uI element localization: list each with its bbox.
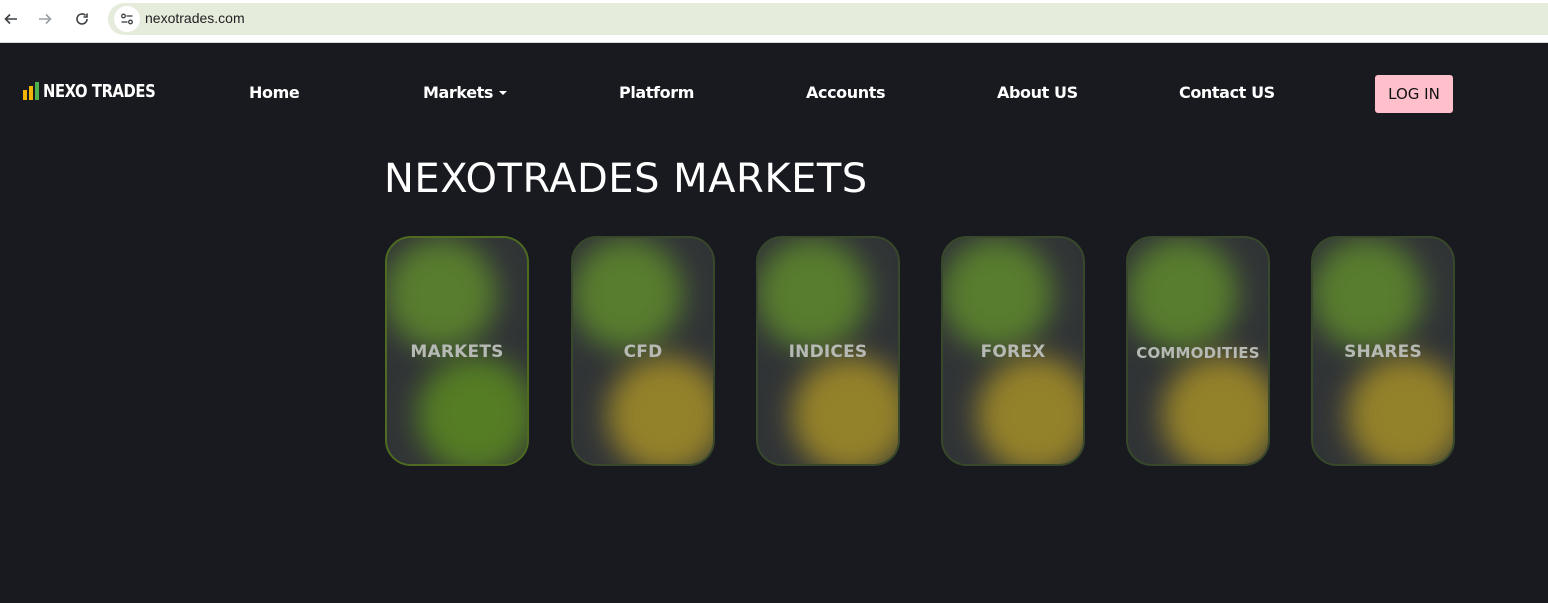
market-card-shares[interactable]: SHARES [1311,236,1455,466]
market-card-indices[interactable]: INDICES [756,236,900,466]
card-label: CFD [623,342,663,362]
market-card-markets[interactable]: MARKETS [385,236,529,466]
url-text: nexotrades.com [145,10,245,26]
forward-arrow-icon [39,13,52,25]
login-button[interactable]: LOG IN [1375,75,1453,113]
nav-markets-label: Markets [423,83,494,102]
back-arrow-icon [4,13,17,25]
forward-button[interactable] [32,6,58,32]
logo-text: NEXO TRADES [43,80,156,102]
card-label: SHARES [1344,342,1422,362]
nav-platform[interactable]: Platform [619,83,694,102]
card-label: INDICES [788,342,868,362]
address-bar[interactable]: nexotrades.com [108,3,1548,35]
market-card-forex[interactable]: FOREX [941,236,1085,466]
logo-bars-icon [23,82,39,100]
nav-accounts[interactable]: Accounts [806,83,886,102]
reload-icon [76,13,88,25]
back-button[interactable] [0,6,24,32]
reload-button[interactable] [69,6,95,32]
market-card-commodities[interactable]: COMMODITIES [1126,236,1270,466]
nav-about-us[interactable]: About US [997,83,1078,102]
nav-home[interactable]: Home [249,83,300,102]
card-label: COMMODITIES [1136,344,1260,362]
nav-contact-us[interactable]: Contact US [1179,83,1275,102]
nav-markets[interactable]: Markets [423,83,508,102]
page-title: NEXOTRADES MARKETS [384,156,868,202]
browser-toolbar: nexotrades.com [0,0,1548,43]
market-card-cfd[interactable]: CFD [571,236,715,466]
site-info-icon [121,13,133,25]
site-logo[interactable]: NEXO TRADES [22,78,180,104]
dropdown-caret-icon [499,91,508,95]
site-info-button[interactable] [114,6,140,32]
card-label: MARKETS [410,342,504,362]
card-label: FOREX [980,342,1046,362]
